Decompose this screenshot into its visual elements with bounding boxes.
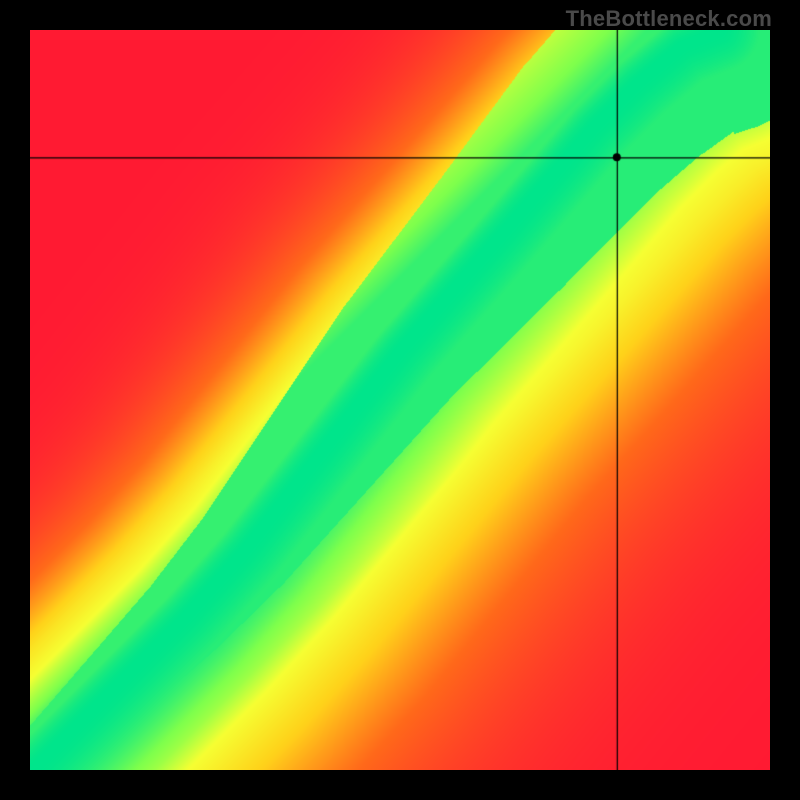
heatmap-plot [30, 30, 770, 770]
stage: TheBottleneck.com [0, 0, 800, 800]
heatmap-canvas [30, 30, 770, 770]
watermark-text: TheBottleneck.com [566, 6, 772, 32]
